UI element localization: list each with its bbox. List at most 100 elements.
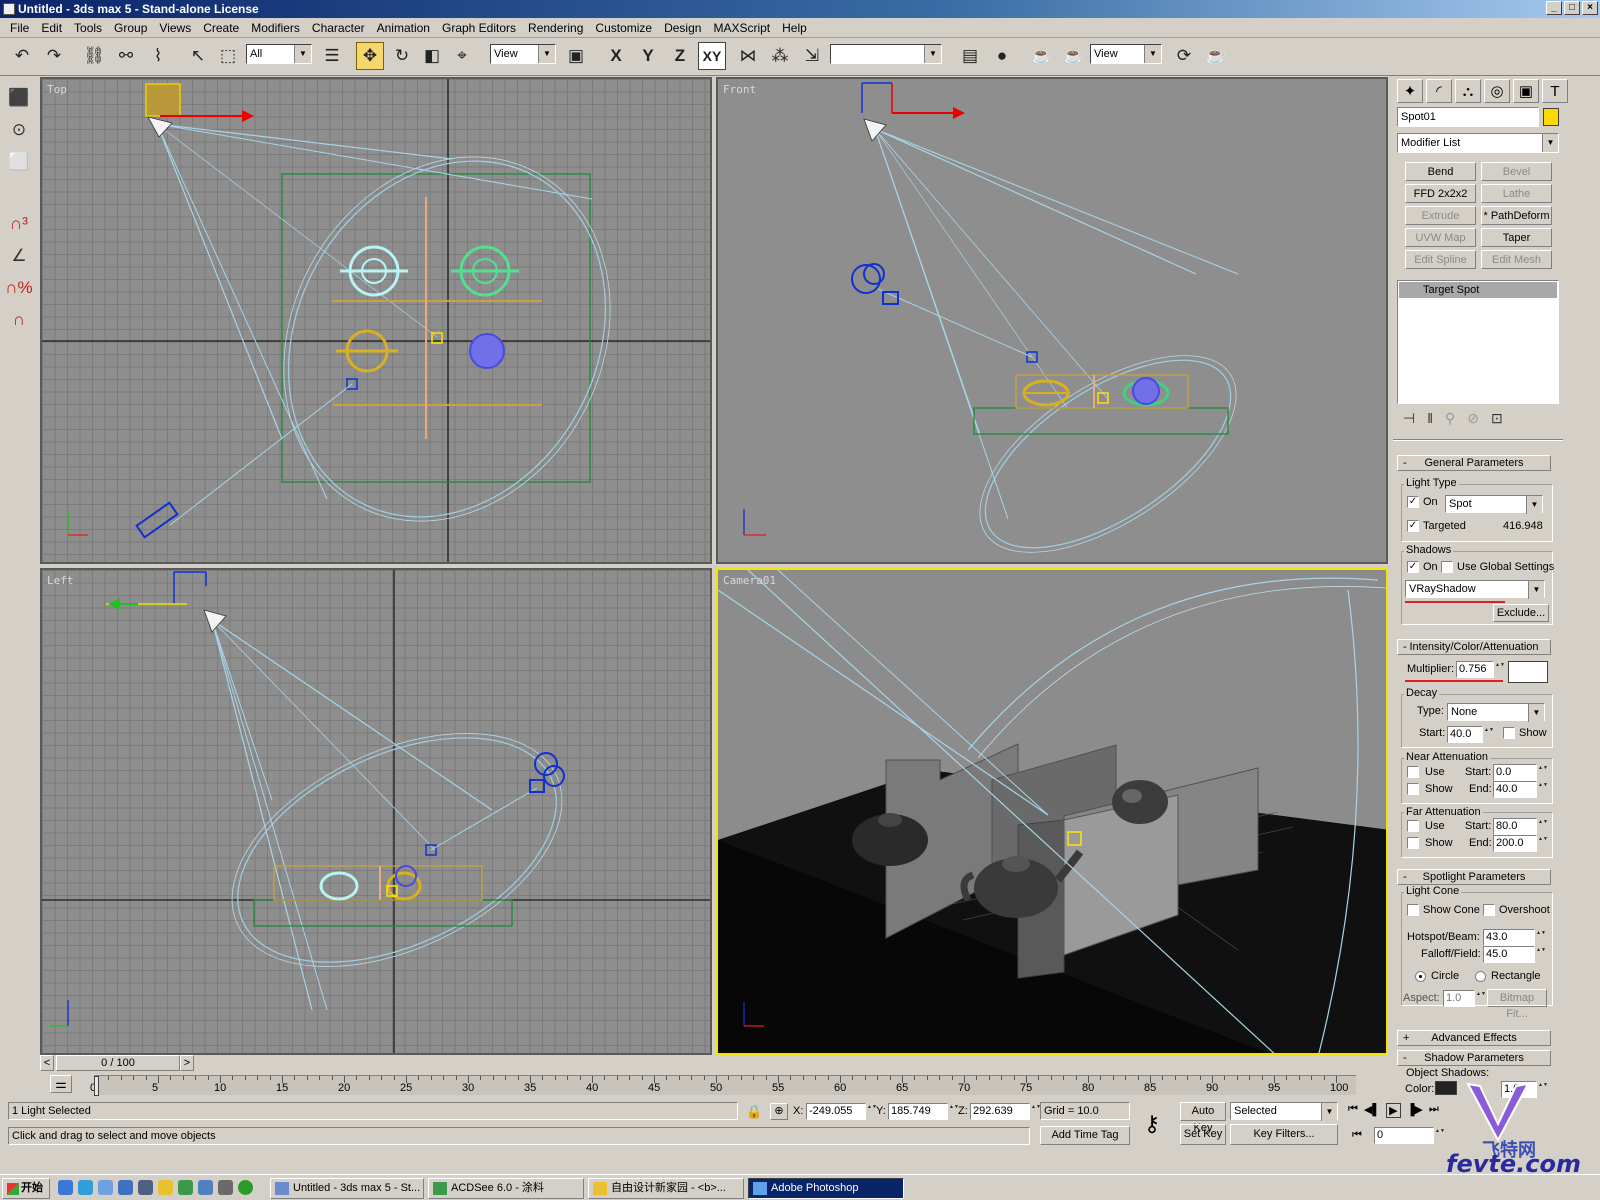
quick-icon[interactable]: [198, 1180, 213, 1195]
render-type-dropdown[interactable]: View: [1090, 44, 1162, 64]
pin-stack-icon[interactable]: ⊣: [1403, 410, 1415, 427]
browser-icon[interactable]: [238, 1180, 253, 1195]
near-start-spinner[interactable]: 0.0: [1493, 764, 1546, 781]
array-icon[interactable]: ⁂: [766, 42, 794, 70]
viewport-front[interactable]: Front: [716, 77, 1388, 564]
close-button[interactable]: ×: [1582, 1, 1598, 15]
modifier-edit-spline-button[interactable]: Edit Spline: [1405, 250, 1476, 269]
exclude-button[interactable]: Exclude...: [1493, 604, 1549, 622]
menu-create[interactable]: Create: [197, 21, 245, 35]
time-slider-prev-button[interactable]: <: [40, 1055, 54, 1071]
modifier-extrude-button[interactable]: Extrude: [1405, 206, 1476, 225]
modifier-pathdeform-button[interactable]: * PathDeform: [1481, 206, 1552, 225]
restrict-xy-button[interactable]: XY: [698, 42, 726, 70]
track-view-icon[interactable]: ▤: [956, 42, 984, 70]
material-editor-icon[interactable]: ●: [988, 42, 1016, 70]
lock-icon[interactable]: 🔒: [746, 1104, 762, 1120]
select-and-rotate-icon[interactable]: ↻: [388, 42, 416, 70]
modifier-list-dropdown[interactable]: Modifier List: [1397, 133, 1559, 153]
quick-render-icon[interactable]: ☕: [1060, 42, 1088, 70]
make-unique-icon[interactable]: ⚲: [1445, 410, 1455, 427]
app-icon[interactable]: [138, 1180, 153, 1195]
near-end-spinner[interactable]: 40.0: [1493, 781, 1546, 798]
redo-icon[interactable]: ↷: [40, 42, 68, 70]
use-global-settings-checkbox[interactable]: [1441, 561, 1453, 573]
intensity-rollout[interactable]: - Intensity/Color/Attenuation: [1397, 639, 1551, 655]
unlink-icon[interactable]: ⚯: [112, 42, 140, 70]
render-last-icon[interactable]: ⟳: [1170, 42, 1198, 70]
acdsee-icon[interactable]: [178, 1180, 193, 1195]
modifier-ffd-button[interactable]: FFD 2x2x2: [1405, 184, 1476, 203]
select-region-icon[interactable]: ⊙: [5, 117, 33, 143]
menu-views[interactable]: Views: [153, 21, 197, 35]
y-coordinate-spinner[interactable]: 185.749: [888, 1103, 957, 1120]
reference-coordinate-dropdown[interactable]: View: [490, 44, 556, 64]
absolute-mode-icon[interactable]: ⊕: [770, 1103, 788, 1120]
hierarchy-tab-icon[interactable]: ⛬: [1455, 79, 1481, 103]
track-bar-icon[interactable]: ⚌: [50, 1075, 72, 1093]
current-frame-spinner[interactable]: 0: [1374, 1127, 1443, 1144]
decay-start-spinner[interactable]: 40.0: [1447, 726, 1492, 743]
far-use-checkbox[interactable]: [1407, 820, 1419, 832]
key-mode-dropdown[interactable]: Selected: [1230, 1102, 1338, 1121]
show-cone-checkbox[interactable]: [1407, 904, 1419, 916]
select-region-icon[interactable]: ⬚: [214, 42, 242, 70]
menu-tools[interactable]: Tools: [68, 21, 108, 35]
object-color-swatch[interactable]: [1543, 108, 1559, 126]
bitmap-fit-button[interactable]: Bitmap Fit...: [1487, 989, 1547, 1020]
active-shade-icon[interactable]: ☕: [1202, 42, 1230, 70]
shadow-on-checkbox[interactable]: ✓: [1407, 561, 1419, 573]
display-tab-icon[interactable]: ▣: [1513, 79, 1539, 103]
taskbar-item-browser[interactable]: 自由设计新家园 - <b>...: [588, 1178, 744, 1199]
menu-graph-editors[interactable]: Graph Editors: [436, 21, 522, 35]
viewport-left[interactable]: Left: [40, 568, 712, 1055]
menu-help[interactable]: Help: [776, 21, 813, 35]
light-type-dropdown[interactable]: Spot: [1445, 495, 1543, 514]
near-use-checkbox[interactable]: [1407, 766, 1419, 778]
modify-tab-icon[interactable]: ◜: [1426, 79, 1452, 103]
render-scene-icon[interactable]: ☕: [1028, 42, 1056, 70]
media-icon[interactable]: [118, 1180, 133, 1195]
menu-group[interactable]: Group: [108, 21, 153, 35]
falloff-spinner[interactable]: 45.0: [1483, 946, 1544, 963]
general-parameters-rollout[interactable]: - General Parameters: [1397, 455, 1551, 471]
angle-snap-icon[interactable]: ∠: [5, 243, 33, 269]
mirror-icon[interactable]: ⋈: [734, 42, 762, 70]
menu-rendering[interactable]: Rendering: [522, 21, 589, 35]
outlook-icon[interactable]: [78, 1180, 93, 1195]
advanced-effects-rollout[interactable]: + Advanced Effects: [1397, 1030, 1551, 1046]
decay-type-dropdown[interactable]: None: [1447, 703, 1545, 722]
menu-modifiers[interactable]: Modifiers: [245, 21, 306, 35]
menu-animation[interactable]: Animation: [371, 21, 436, 35]
create-tab-icon[interactable]: ✦: [1397, 79, 1423, 103]
modifier-bevel-button[interactable]: Bevel: [1481, 162, 1552, 181]
rectangle-radio[interactable]: [1475, 971, 1486, 982]
folder-icon[interactable]: [158, 1180, 173, 1195]
viewport-top[interactable]: Top: [40, 77, 712, 564]
set-key-button[interactable]: Set Key: [1180, 1124, 1226, 1145]
viewport-camera[interactable]: Camera01: [716, 568, 1388, 1055]
shadow-type-dropdown[interactable]: VRayShadow: [1405, 580, 1545, 599]
remove-modifier-icon[interactable]: ⊘: [1467, 410, 1479, 427]
minimize-button[interactable]: _: [1546, 1, 1562, 15]
restrict-x-button[interactable]: X: [602, 42, 630, 70]
taskbar-item-3dsmax[interactable]: Untitled - 3ds max 5 - St...: [270, 1178, 424, 1199]
select-object-icon[interactable]: ↖: [184, 42, 212, 70]
use-pivot-icon[interactable]: ▣: [562, 42, 590, 70]
cube-icon[interactable]: ⬜: [5, 149, 33, 175]
modifier-edit-mesh-button[interactable]: Edit Mesh: [1481, 250, 1552, 269]
modifier-uvw-map-button[interactable]: UVW Map: [1405, 228, 1476, 247]
decay-show-checkbox[interactable]: [1503, 727, 1515, 739]
time-slider-position-marker[interactable]: [94, 1076, 99, 1096]
box-icon[interactable]: ⬛: [5, 85, 33, 111]
restrict-z-button[interactable]: Z: [666, 42, 694, 70]
x-coordinate-spinner[interactable]: -249.055: [806, 1103, 875, 1120]
key-mode-toggle-icon[interactable]: ⏮: [1352, 1129, 1362, 1142]
go-to-end-icon[interactable]: ⏭: [1429, 1103, 1439, 1118]
link-icon[interactable]: ⛓: [80, 42, 108, 70]
taskbar-item-photoshop[interactable]: Adobe Photoshop: [748, 1178, 904, 1199]
circle-radio[interactable]: [1415, 971, 1426, 982]
modifier-bend-button[interactable]: Bend: [1405, 162, 1476, 181]
time-slider[interactable]: 0 / 100: [56, 1055, 180, 1071]
select-by-name-icon[interactable]: ☰: [318, 42, 346, 70]
